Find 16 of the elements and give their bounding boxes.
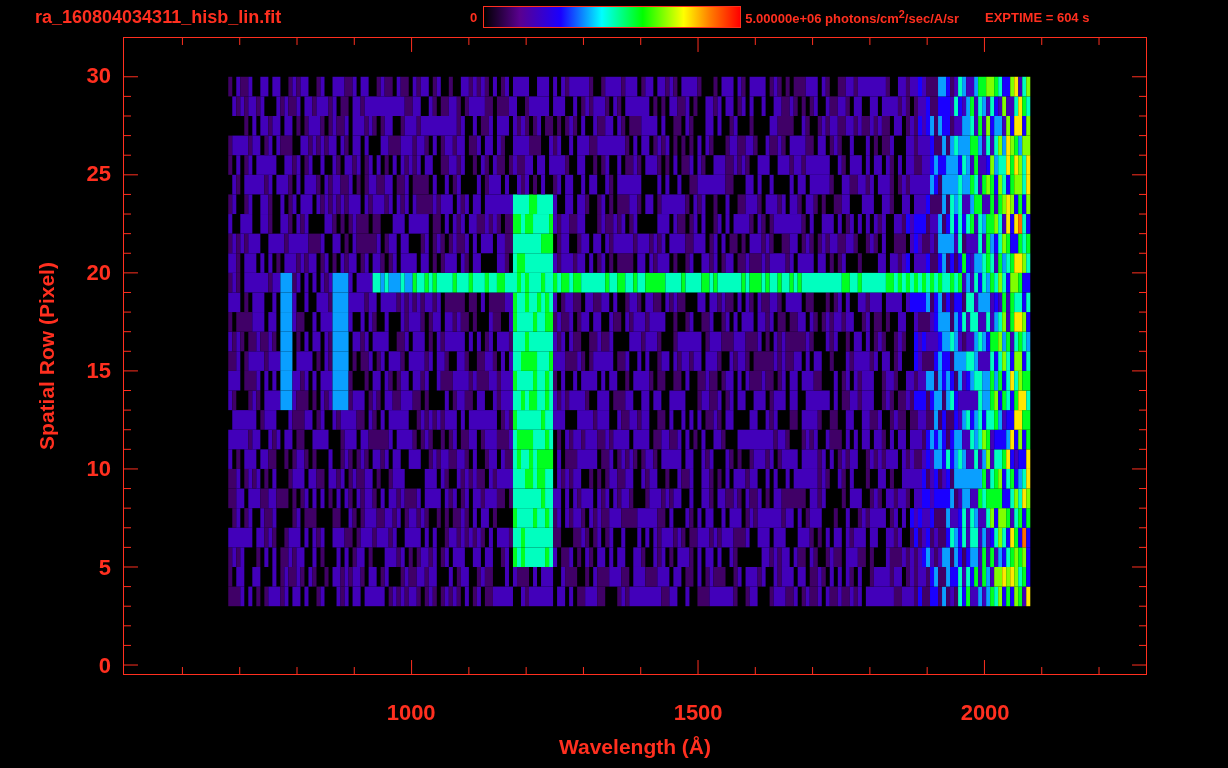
y-tick-label: 20	[86, 259, 111, 286]
colorbar-max-label: 5.00000e+06 photons/cm$^{2}$/sec/A/sr	[745, 7, 960, 27]
exposure-time: EXPTIME = 604 s	[985, 9, 1090, 25]
y-tick-label: 30	[86, 62, 111, 89]
x-tick-label: 2000	[960, 700, 1010, 726]
x-tick-label: 1500	[673, 700, 723, 726]
x-axis-title: Wavelength (Å)	[558, 735, 712, 759]
y-tick-label: 25	[86, 161, 111, 188]
y-tick-label: 5	[98, 554, 111, 581]
y-tick-label: 0	[98, 653, 111, 679]
x-tick-label: 1000	[386, 700, 436, 726]
y-axis-title: Spatial Row (Pixel)	[35, 262, 59, 450]
y-tick-label: 10	[86, 456, 111, 483]
colorbar-min-label: 0	[470, 9, 478, 25]
file-title: ra_160804034311_hisb_lin.fit	[35, 6, 283, 28]
y-tick-label: 15	[86, 357, 111, 384]
